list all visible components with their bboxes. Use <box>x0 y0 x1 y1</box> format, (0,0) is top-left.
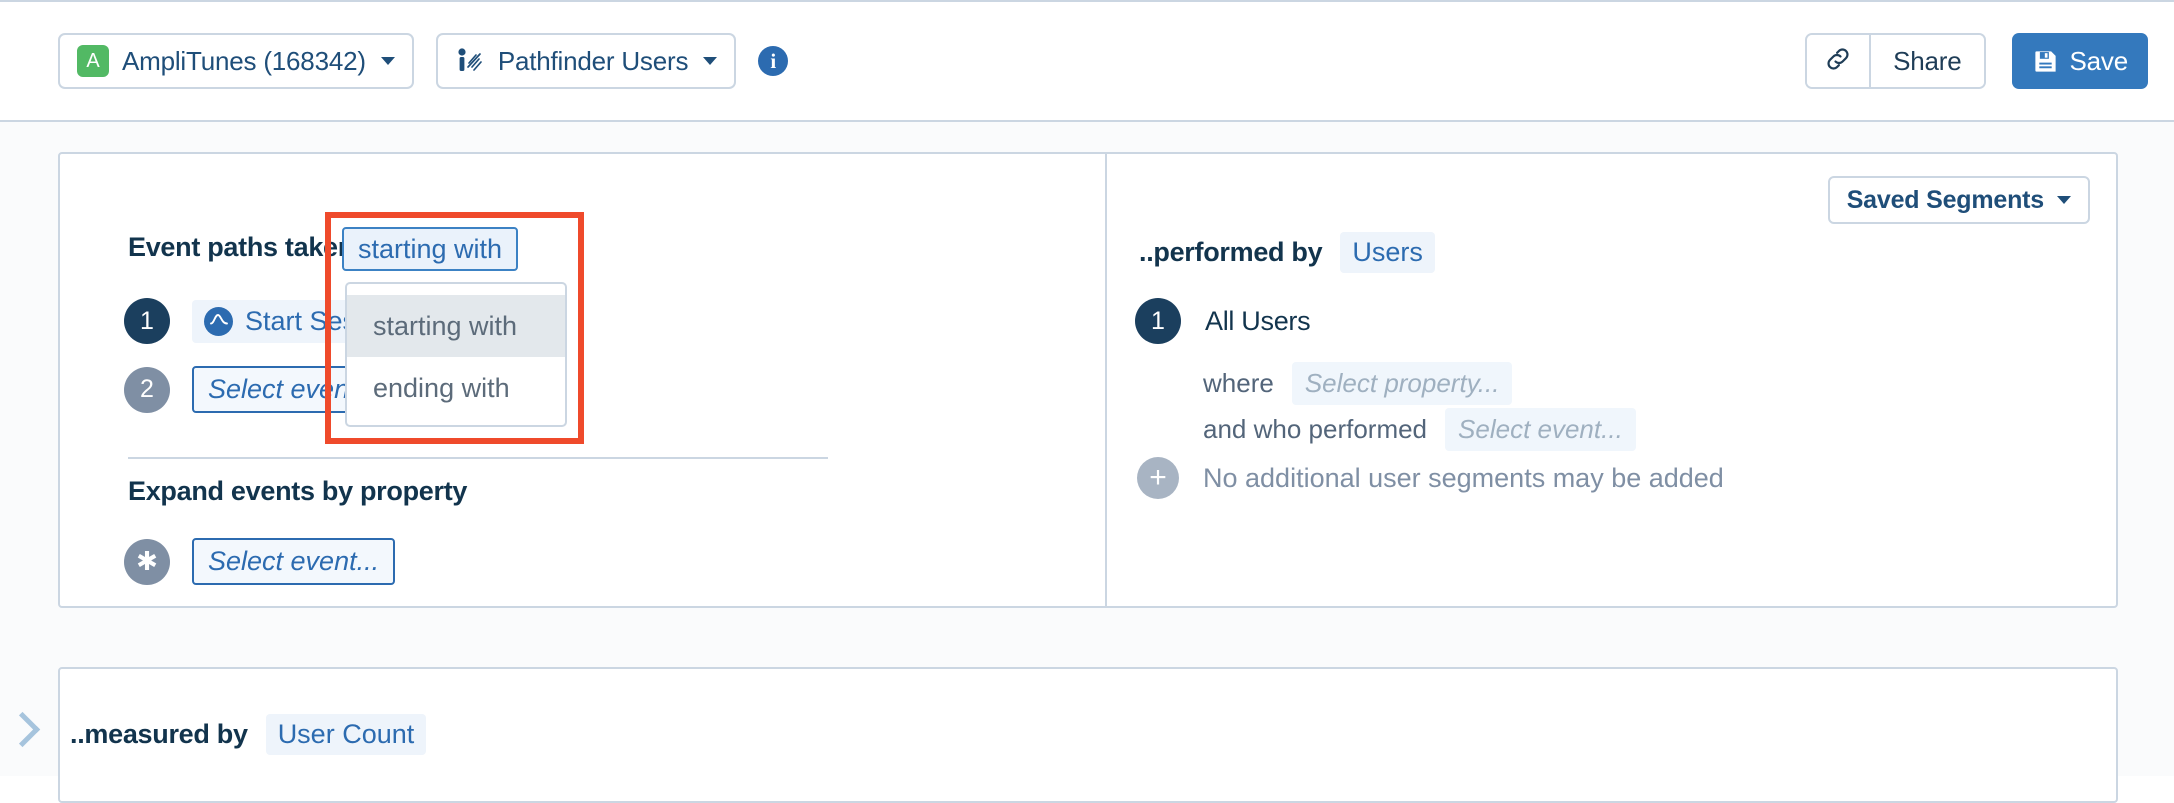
chevron-down-icon <box>703 57 717 65</box>
info-icon[interactable]: i <box>758 46 788 76</box>
expand-events-row: ✱ Select event... <box>124 538 395 585</box>
step-number-badge: 1 <box>124 298 170 344</box>
asterisk-icon: ✱ <box>124 539 170 585</box>
event-paths-title-row: Event paths taken <box>128 232 354 263</box>
expand-events-title: Expand events by property <box>128 476 467 506</box>
chevron-down-icon <box>2057 196 2071 204</box>
event-paths-panel: Event paths taken 1 Start Session 2 Sele… <box>60 154 1105 606</box>
segment-where-row: where Select property... <box>1203 362 1512 405</box>
and-who-performed-label: and who performed <box>1203 414 1427 445</box>
chevron-down-icon <box>381 57 395 65</box>
app-selector-label: AmpliTunes (168342) <box>122 46 366 77</box>
menu-item-ending-with[interactable]: ending with <box>347 357 565 419</box>
segment-name[interactable]: All Users <box>1205 306 1310 337</box>
add-segment-label: No additional user segments may be added <box>1203 463 1724 494</box>
floppy-disk-icon <box>2032 48 2059 75</box>
app-selector[interactable]: A AmpliTunes (168342) <box>58 33 414 89</box>
select-property-input[interactable]: Select property... <box>1292 362 1513 405</box>
amplitude-icon <box>204 307 233 336</box>
plus-icon: + <box>1137 457 1179 499</box>
step-number-badge: 2 <box>124 367 170 413</box>
expand-events-title-row: Expand events by property <box>128 476 467 507</box>
pathfinder-icon <box>455 46 485 76</box>
toolbar-right-group: Share Save <box>1805 33 2148 89</box>
share-button[interactable]: Share <box>1869 35 1983 87</box>
chart-type-selector[interactable]: Pathfinder Users <box>436 33 736 89</box>
segment-number-badge: 1 <box>1135 298 1181 344</box>
measured-by-row: ..measured by User Count <box>70 714 426 755</box>
add-segment-row[interactable]: + No additional user segments may be add… <box>1137 457 1724 499</box>
link-icon <box>1823 44 1853 79</box>
section-divider <box>128 457 828 459</box>
performed-by-panel: ..performed by Users Saved Segments 1 Al… <box>1107 154 2118 606</box>
metric-chip-user-count[interactable]: User Count <box>266 714 427 755</box>
performed-by-title-row: ..performed by Users <box>1139 232 1435 273</box>
measured-by-title: ..measured by <box>70 719 248 750</box>
performed-by-title: ..performed by <box>1139 237 1322 268</box>
page-body: Event paths taken 1 Start Session 2 Sele… <box>0 122 2174 776</box>
share-button-group: Share <box>1805 33 1985 89</box>
menu-item-starting-with[interactable]: starting with <box>347 295 565 357</box>
saved-segments-label: Saved Segments <box>1847 186 2044 215</box>
select-event-input-segment[interactable]: Select event... <box>1445 408 1636 451</box>
saved-segments-button[interactable]: Saved Segments <box>1828 176 2090 224</box>
where-label: where <box>1203 368 1274 399</box>
path-condition-dropdown-menu[interactable]: starting with ending with <box>345 282 567 427</box>
save-button-label: Save <box>2070 46 2128 77</box>
scope-chip-users[interactable]: Users <box>1340 232 1435 273</box>
segment-performed-row: and who performed Select event... <box>1203 408 1636 451</box>
top-toolbar: A AmpliTunes (168342) Pathfinder Users <box>0 0 2174 122</box>
toolbar-left-group: A AmpliTunes (168342) Pathfinder Users <box>58 33 788 89</box>
select-event-input-expand[interactable]: Select event... <box>192 538 395 585</box>
path-condition-selector[interactable]: starting with <box>342 227 518 271</box>
save-button[interactable]: Save <box>2012 33 2148 89</box>
chart-type-label: Pathfinder Users <box>498 46 688 77</box>
measured-by-card: ..measured by User Count <box>58 667 2118 803</box>
copy-link-button[interactable] <box>1807 35 1869 87</box>
segment-definition-card: Event paths taken 1 Start Session 2 Sele… <box>58 152 2118 608</box>
chevron-right-icon[interactable] <box>5 712 40 747</box>
event-paths-title: Event paths taken <box>128 232 354 263</box>
app-badge-icon: A <box>77 45 109 77</box>
segment-row-1: 1 All Users <box>1135 298 1310 344</box>
